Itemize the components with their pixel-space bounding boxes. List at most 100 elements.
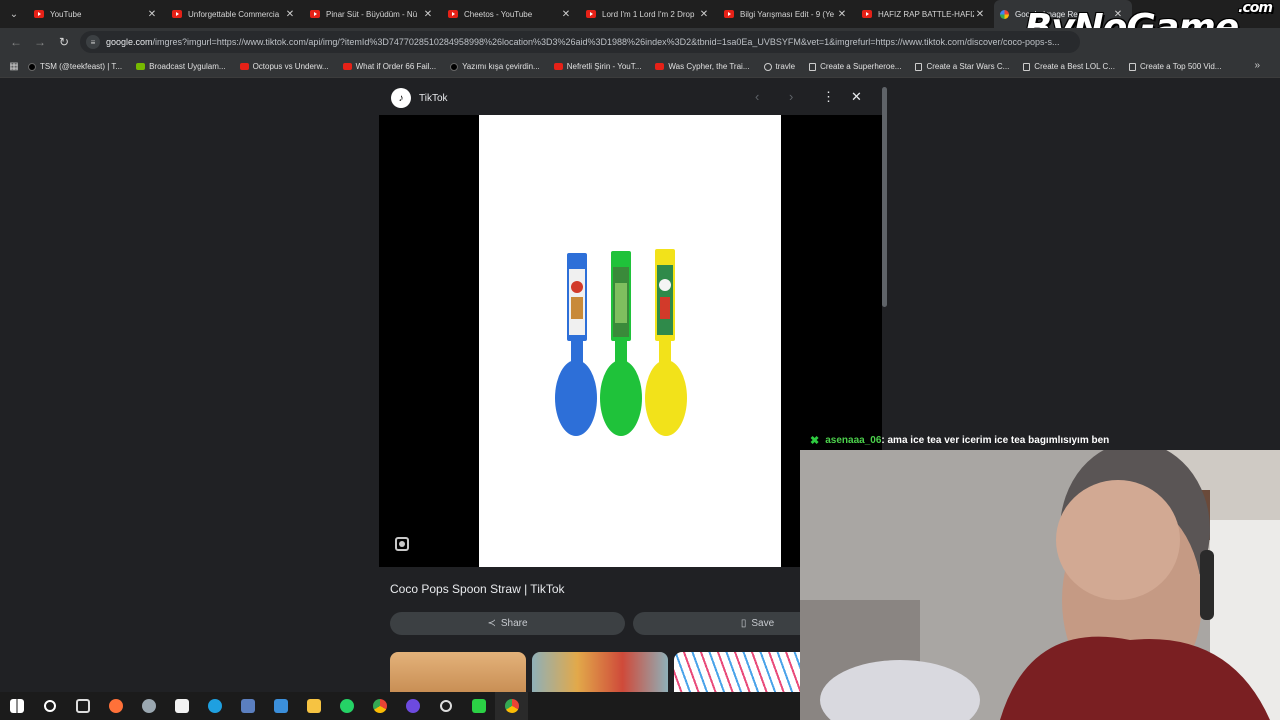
tab-search-chevron-icon[interactable]: ⌄ bbox=[0, 0, 28, 28]
bookmarks-overflow-icon[interactable]: » bbox=[1254, 60, 1260, 71]
preview-image[interactable] bbox=[479, 115, 781, 567]
bookmark-item[interactable]: TSM (@teekfeast) | T... bbox=[28, 62, 122, 71]
share-button[interactable]: ≺ Share bbox=[390, 612, 625, 635]
next-image-icon[interactable]: › bbox=[789, 89, 793, 104]
youtube-icon bbox=[172, 10, 182, 18]
image-title[interactable]: Coco Pops Spoon Straw | TikTok bbox=[390, 582, 565, 596]
bookmark-favicon-icon bbox=[342, 63, 352, 70]
previous-image-icon[interactable]: ‹ bbox=[755, 89, 759, 104]
more-options-icon[interactable]: ⋮ bbox=[822, 89, 835, 105]
browser-tab[interactable]: Pinar Süt - Büyüdüm - Nü ✕ bbox=[304, 0, 442, 28]
bookmark-favicon-icon bbox=[136, 63, 146, 70]
bookmark-item[interactable]: Create a Star Wars C... bbox=[915, 62, 1009, 71]
save-label: Save bbox=[751, 618, 775, 629]
file-explorer-icon[interactable] bbox=[297, 692, 330, 720]
related-image-thumb[interactable] bbox=[674, 652, 810, 692]
webcam-feed bbox=[800, 450, 1280, 720]
tab-title: HAFIZ RAP BATTLE-HAFIZ bbox=[878, 9, 974, 19]
monitor-app-icon[interactable] bbox=[264, 692, 297, 720]
bookmark-item[interactable]: travle bbox=[763, 62, 795, 71]
stream-app-icon[interactable] bbox=[462, 692, 495, 720]
chat-message: ✖ asenaaa_06 : ama ice tea ver icerim ic… bbox=[810, 431, 1109, 449]
bookmark-item[interactable]: Create a Superheroe... bbox=[809, 62, 901, 71]
tab-title: Unforgettable Commercia bbox=[188, 9, 280, 19]
tiktok-logo-icon[interactable]: ♪ bbox=[391, 88, 411, 108]
bookmark-label: Create a Star Wars C... bbox=[926, 62, 1010, 71]
related-image-thumb[interactable] bbox=[390, 652, 526, 692]
tab-close-icon[interactable]: ✕ bbox=[974, 9, 986, 20]
back-icon[interactable]: ← bbox=[4, 30, 28, 54]
source-site-name[interactable]: TikTok bbox=[419, 93, 448, 104]
bookmark-item[interactable]: Yazımı kışa çevirdin... bbox=[450, 62, 540, 71]
settings-app-icon[interactable] bbox=[132, 692, 165, 720]
bookmark-item[interactable]: What if Order 66 Fail... bbox=[342, 62, 437, 71]
browser-tab[interactable]: Cheetos - YouTube ✕ bbox=[442, 0, 580, 28]
tab-close-icon[interactable]: ✕ bbox=[284, 9, 296, 20]
search-icon[interactable] bbox=[33, 692, 66, 720]
youtube-icon bbox=[586, 10, 596, 18]
task-view-icon[interactable] bbox=[66, 692, 99, 720]
youtube-icon bbox=[310, 10, 320, 18]
store-icon[interactable] bbox=[165, 692, 198, 720]
site-info-icon[interactable]: ≡ bbox=[86, 35, 100, 49]
bookmark-item[interactable]: Nefretli Şirin - YouT... bbox=[553, 62, 641, 71]
app-window-icon[interactable] bbox=[231, 692, 264, 720]
bookmark-label: TSM (@teekfeast) | T... bbox=[40, 62, 123, 71]
bookmark-favicon-icon bbox=[915, 62, 923, 71]
bookmark-item[interactable]: Octopus vs Underw... bbox=[239, 62, 329, 71]
bookmark-item[interactable]: Was Cypher, the Trai... bbox=[655, 62, 750, 71]
bookmark-list: TSM (@teekfeast) | T... Broadcast Uygulam… bbox=[28, 62, 1235, 71]
tab-close-icon[interactable]: ✕ bbox=[146, 9, 158, 20]
browser-tab[interactable]: YouTube ✕ bbox=[28, 0, 166, 28]
address-host: google.com bbox=[106, 37, 153, 47]
address-path: /imgres?imgurl=https://www.tiktok.com/ap… bbox=[152, 37, 1060, 47]
chrome-active-icon[interactable] bbox=[495, 692, 528, 720]
bookmark-label: Octopus vs Underw... bbox=[252, 62, 329, 71]
youtube-icon bbox=[862, 10, 872, 18]
start-icon[interactable] bbox=[0, 692, 33, 720]
youtube-icon bbox=[724, 10, 734, 18]
bookmark-item[interactable]: Broadcast Uygulam... bbox=[136, 62, 226, 71]
tab-title: Pinar Süt - Büyüdüm - Nü bbox=[326, 9, 418, 19]
obs-icon[interactable] bbox=[396, 692, 429, 720]
tab-title: Bilgi Yarışması Edit - 9 (Ye bbox=[740, 9, 835, 19]
bookmark-icon: ▯ bbox=[740, 618, 747, 629]
chat-badge-icon: ✖ bbox=[810, 434, 820, 447]
address-bar[interactable]: ≡ google.com/imgres?imgurl=https://www.t… bbox=[80, 31, 1080, 53]
apps-grid-icon[interactable]: ▦ bbox=[0, 61, 28, 72]
watermark-suffix: .com bbox=[1238, 0, 1273, 16]
whatsapp-icon[interactable] bbox=[330, 692, 363, 720]
bookmark-label: What if Order 66 Fail... bbox=[355, 62, 437, 71]
browser-tab[interactable]: Unforgettable Commercia ✕ bbox=[166, 0, 304, 28]
share-icon: ≺ bbox=[487, 618, 496, 629]
browser-tab[interactable]: HAFIZ RAP BATTLE-HAFIZ ✕ bbox=[856, 0, 994, 28]
firefox-icon[interactable] bbox=[99, 692, 132, 720]
bookmark-favicon-icon bbox=[809, 62, 817, 71]
viewer-scrollbar[interactable] bbox=[882, 87, 887, 307]
tab-title: Lord I'm 1 Lord I'm 2 Drop bbox=[602, 9, 695, 19]
tab-close-icon[interactable]: ✕ bbox=[560, 9, 572, 20]
chrome-icon[interactable] bbox=[363, 692, 396, 720]
record-app-icon[interactable] bbox=[429, 692, 462, 720]
google-lens-icon[interactable] bbox=[395, 537, 409, 551]
bookmark-favicon-icon bbox=[28, 62, 36, 71]
windows-taskbar bbox=[0, 692, 800, 720]
tab-close-icon[interactable]: ✕ bbox=[698, 9, 710, 20]
tab-close-icon[interactable]: ✕ bbox=[836, 9, 848, 20]
chat-username: asenaaa_06 bbox=[825, 434, 882, 446]
forward-icon[interactable]: → bbox=[28, 30, 52, 54]
bookmark-favicon-icon bbox=[450, 62, 459, 71]
tab-title: YouTube bbox=[50, 9, 82, 19]
browser-tab[interactable]: Bilgi Yarışması Edit - 9 (Ye ✕ bbox=[718, 0, 856, 28]
related-image-thumb[interactable] bbox=[532, 652, 668, 692]
reload-icon[interactable]: ↻ bbox=[52, 30, 76, 54]
bookmark-label: Broadcast Uygulam... bbox=[149, 62, 226, 71]
edge-icon[interactable] bbox=[198, 692, 231, 720]
bookmark-item[interactable]: Create a Best LOL C... bbox=[1023, 62, 1115, 71]
bookmark-favicon-icon bbox=[763, 62, 772, 71]
tab-close-icon[interactable]: ✕ bbox=[422, 9, 434, 20]
bookmark-label: Was Cypher, the Trai... bbox=[668, 62, 750, 71]
bookmark-item[interactable]: Create a Top 500 Vid... bbox=[1128, 62, 1221, 71]
close-icon[interactable]: ✕ bbox=[851, 89, 862, 105]
browser-tab[interactable]: Lord I'm 1 Lord I'm 2 Drop ✕ bbox=[580, 0, 718, 28]
